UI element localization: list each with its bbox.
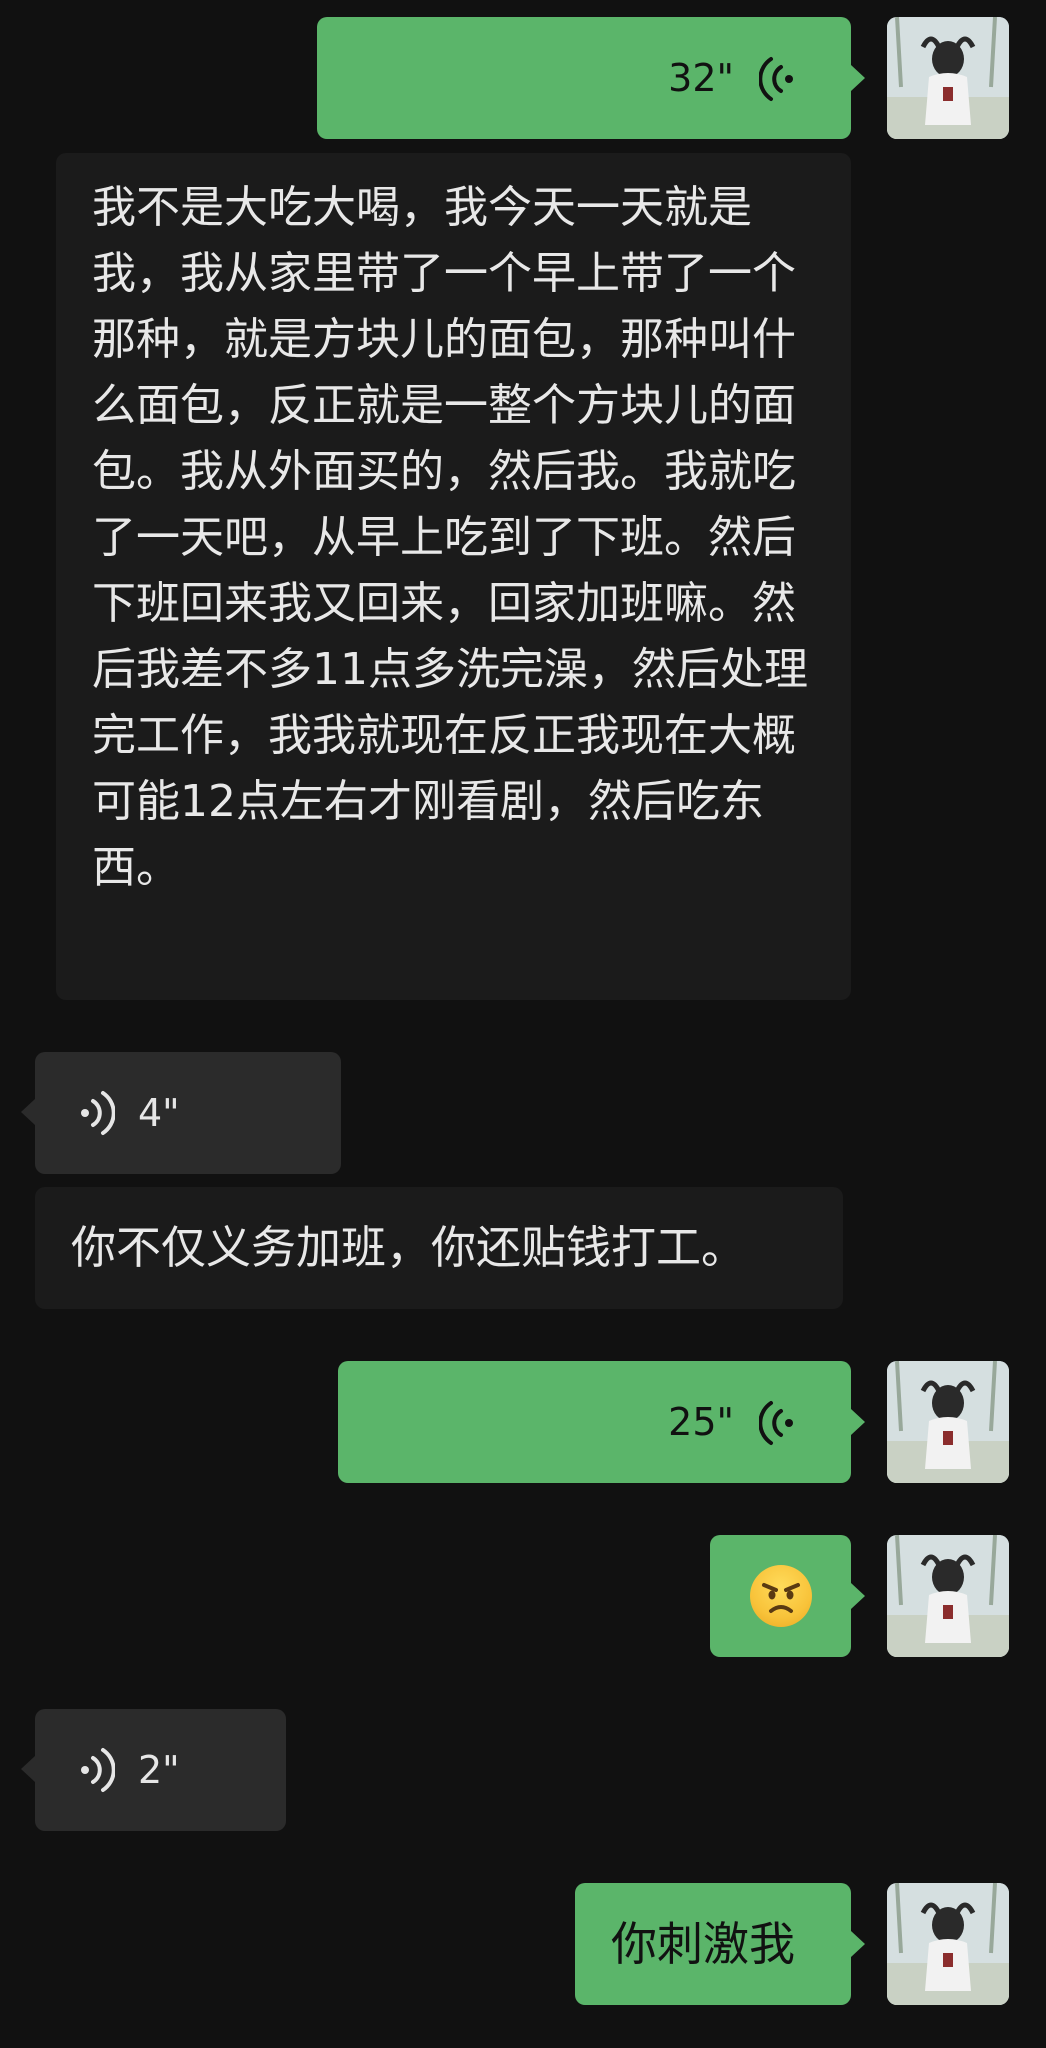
avatar[interactable] <box>887 1361 1009 1483</box>
message-text: 我不是大吃大喝，我今天一天就是我，我从家里带了一个早上带了一个那种，就是方块儿的… <box>92 182 808 893</box>
voice-duration: 4" <box>138 1091 180 1135</box>
outgoing-emoji-message[interactable] <box>710 1535 851 1657</box>
bubble-tail <box>21 1756 35 1782</box>
avatar[interactable] <box>887 1535 1009 1657</box>
outgoing-text-message[interactable]: 你刺激我 <box>575 1883 851 2005</box>
incoming-text-message[interactable]: 我不是大吃大喝，我今天一天就是我，我从家里带了一个早上带了一个那种，就是方块儿的… <box>56 153 851 1000</box>
angry-face-icon <box>750 1565 812 1627</box>
bubble-tail <box>851 65 865 91</box>
voice-wave-icon <box>758 1399 799 1451</box>
message-text: 你刺激我 <box>611 1917 795 1971</box>
voice-wave-icon <box>75 1746 116 1798</box>
bubble-tail <box>851 1583 865 1609</box>
avatar[interactable] <box>887 1883 1009 2005</box>
outgoing-voice-message[interactable]: 32" <box>317 17 851 139</box>
incoming-voice-message[interactable]: 4" <box>35 1052 341 1174</box>
avatar[interactable] <box>887 17 1009 139</box>
voice-duration: 32" <box>668 56 734 100</box>
bubble-tail <box>851 1931 865 1957</box>
voice-wave-icon <box>75 1089 116 1141</box>
bubble-tail <box>851 1409 865 1435</box>
voice-duration: 2" <box>138 1748 180 1792</box>
voice-duration: 25" <box>668 1400 734 1444</box>
voice-wave-icon <box>758 55 799 107</box>
incoming-text-message[interactable]: 你不仅义务加班，你还贴钱打工。 <box>35 1187 843 1309</box>
bubble-tail <box>21 1099 35 1125</box>
incoming-voice-message[interactable]: 2" <box>35 1709 286 1831</box>
message-text: 你不仅义务加班，你还贴钱打工。 <box>71 1221 747 1274</box>
outgoing-voice-message[interactable]: 25" <box>338 1361 851 1483</box>
